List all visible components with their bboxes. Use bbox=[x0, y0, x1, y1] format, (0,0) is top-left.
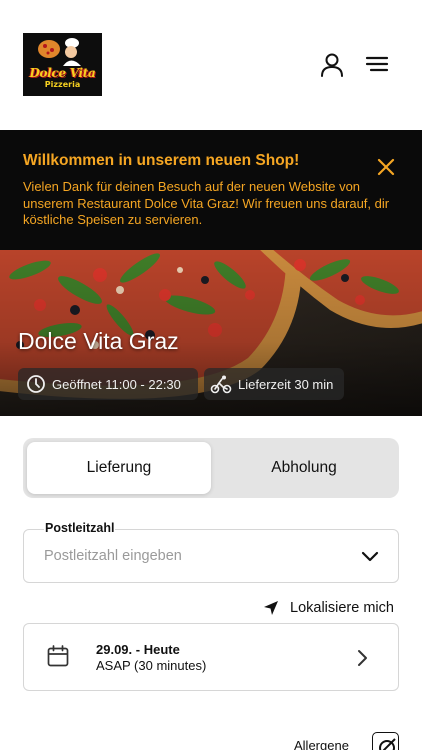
hamburger-menu-icon[interactable] bbox=[364, 52, 390, 78]
delivery-tab[interactable]: Lieferung bbox=[27, 442, 211, 494]
postal-code-input[interactable] bbox=[44, 548, 344, 564]
hero-banner: Dolce Vita Graz Geöffnet 11:00 - 22:30 L… bbox=[0, 250, 422, 416]
banner-text: Vielen Dank für deinen Besuch auf der ne… bbox=[23, 179, 390, 227]
delivery-time-text: Lieferzeit 30 min bbox=[238, 376, 334, 392]
opening-hours-badge: Geöffnet 11:00 - 22:30 bbox=[18, 368, 198, 400]
restaurant-name: Dolce Vita Graz bbox=[18, 328, 179, 354]
logo-subtext: Pizzeria bbox=[44, 80, 81, 89]
delivery-time-selector[interactable]: 29.09. - Heute ASAP (30 minutes) bbox=[23, 623, 399, 691]
user-icon[interactable] bbox=[319, 52, 345, 78]
selected-date: 29.09. - Heute bbox=[96, 642, 180, 657]
delivery-bike-icon bbox=[210, 375, 232, 394]
allergens-label[interactable]: Allergene bbox=[294, 738, 349, 750]
restaurant-logo[interactable]: Dolce Vita Pizzeria bbox=[23, 33, 102, 96]
postal-code-label: Postleitzahl bbox=[44, 521, 116, 535]
banner-title: Willkommen in unserem neuen Shop! bbox=[23, 152, 300, 169]
chevron-right-icon bbox=[358, 650, 367, 666]
header: Dolce Vita Pizzeria bbox=[0, 0, 422, 130]
opening-hours-text: Geöffnet 11:00 - 22:30 bbox=[52, 376, 181, 392]
delivery-time-badge: Lieferzeit 30 min bbox=[204, 368, 344, 400]
selected-time: ASAP (30 minutes) bbox=[96, 658, 207, 673]
location-arrow-icon bbox=[264, 601, 278, 615]
close-icon[interactable] bbox=[375, 156, 397, 178]
chevron-down-icon[interactable] bbox=[360, 548, 380, 566]
locate-me-button[interactable]: Lokalisiere mich bbox=[262, 598, 394, 618]
calendar-icon bbox=[47, 645, 69, 667]
welcome-banner: Willkommen in unserem neuen Shop! Vielen… bbox=[0, 130, 422, 250]
logo-text: Dolce Vita bbox=[29, 66, 96, 80]
allergens-icon[interactable] bbox=[372, 732, 399, 750]
pickup-tab[interactable]: Abholung bbox=[213, 442, 395, 494]
clock-icon bbox=[27, 375, 45, 393]
locate-me-label: Lokalisiere mich bbox=[290, 600, 394, 616]
postal-code-field[interactable]: Postleitzahl bbox=[23, 521, 399, 583]
order-mode-toggle: Lieferung Abholung bbox=[23, 438, 399, 498]
